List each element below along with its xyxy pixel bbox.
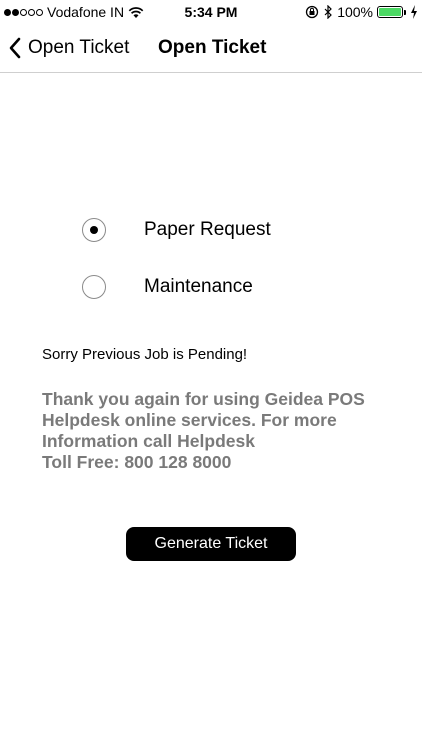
helpdesk-info-line: Information call Helpdesk (42, 431, 255, 451)
radio-label: Paper Request (144, 219, 271, 240)
battery-percent: 100% (337, 4, 373, 20)
toll-free-number: Toll Free: 800 128 8000 (42, 452, 232, 472)
battery-icon (377, 6, 403, 18)
battery-fill (379, 8, 401, 16)
battery-cap (404, 9, 406, 15)
navigation-bar: Open Ticket Open Ticket (0, 24, 422, 73)
back-button[interactable]: Open Ticket (8, 24, 129, 72)
helpdesk-info: Thank you again for using Geidea POS Hel… (42, 389, 392, 473)
status-right: 100% (305, 0, 418, 24)
pending-message: Sorry Previous Job is Pending! (42, 346, 248, 363)
status-bar: Vodafone IN 5:34 PM 100% (0, 0, 422, 24)
radio-button[interactable] (82, 275, 106, 299)
radio-label: Maintenance (144, 276, 253, 297)
radio-button[interactable] (82, 218, 106, 242)
radio-option-maintenance[interactable]: Maintenance (82, 275, 253, 299)
helpdesk-info-line: Helpdesk online services. For more (42, 410, 337, 430)
generate-ticket-button[interactable]: Generate Ticket (126, 527, 296, 561)
chevron-left-icon (9, 37, 21, 59)
rotation-lock-icon (306, 5, 319, 19)
helpdesk-info-line: Thank you again for using Geidea POS (42, 389, 365, 409)
page-title: Open Ticket (158, 37, 267, 58)
back-button-label: Open Ticket (28, 37, 130, 58)
radio-option-paper-request[interactable]: Paper Request (82, 218, 271, 242)
bluetooth-icon (324, 5, 333, 19)
charging-icon (411, 5, 417, 19)
